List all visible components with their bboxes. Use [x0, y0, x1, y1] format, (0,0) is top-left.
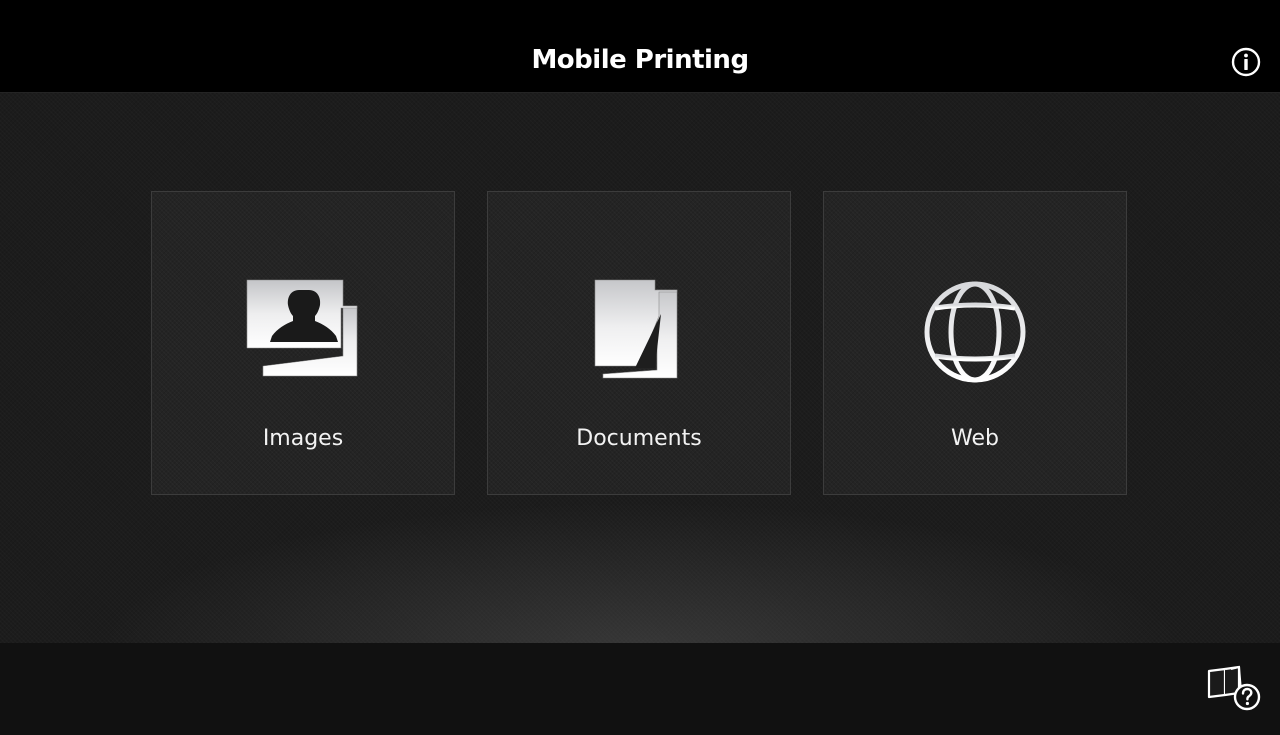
- bottom-bar: [0, 643, 1280, 735]
- manual-help-button[interactable]: [1203, 665, 1265, 715]
- documents-icon: [594, 279, 678, 379]
- images-label: Images: [262, 426, 344, 451]
- documents-tile[interactable]: Documents: [487, 191, 791, 495]
- manual-help-icon: [1207, 665, 1261, 711]
- web-label: Web: [951, 426, 999, 451]
- web-tile[interactable]: Web: [823, 191, 1127, 495]
- documents-label: Documents: [576, 426, 702, 451]
- page-title: Mobile Printing: [531, 45, 749, 75]
- info-icon: [1231, 47, 1261, 77]
- globe-icon: [924, 281, 1026, 383]
- images-icon: [246, 279, 358, 377]
- main-panel: Images Documents Web: [0, 93, 1280, 643]
- top-bar: Mobile Printing: [0, 0, 1280, 93]
- images-tile[interactable]: Images: [151, 191, 455, 495]
- app-window: Mobile Printing Images Documents Web: [0, 0, 1280, 735]
- info-button[interactable]: [1230, 46, 1262, 78]
